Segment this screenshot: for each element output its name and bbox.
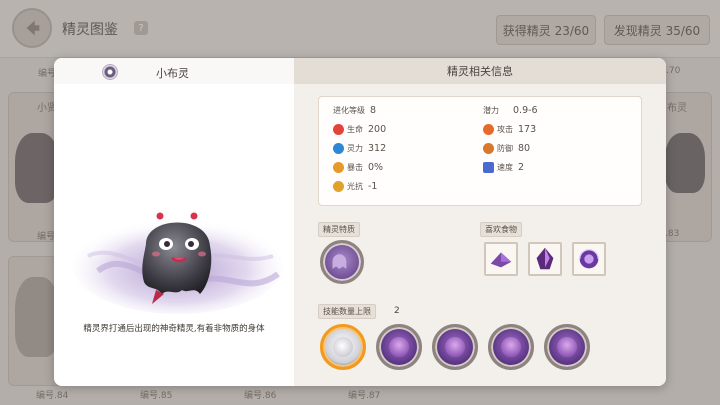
light-resist-icon: [333, 181, 344, 192]
stats-box: 进化等级 8 潜力 0.9-6 生命 200 攻击 173 灵力 312 防御 …: [318, 96, 642, 206]
sprite-type-icon: [102, 64, 118, 80]
stat-value: 2: [518, 162, 525, 173]
spirit-icon: [333, 143, 344, 154]
stat-label: 速度: [497, 163, 513, 172]
skill-icon: [501, 337, 521, 357]
skill-icon: [557, 337, 577, 357]
stat-defense: 防御 80: [483, 143, 530, 154]
attack-icon: [483, 124, 494, 135]
sprite-name: 小布灵: [156, 67, 189, 80]
stat-attack: 攻击 173: [483, 124, 536, 135]
crystal-food-icon: [490, 252, 512, 268]
stat-value: 173: [518, 124, 537, 135]
potential-label: 潜力: [483, 106, 499, 115]
food-label: 喜欢食物: [480, 222, 522, 237]
hp-icon: [333, 124, 344, 135]
info-panel-title: 精灵相关信息: [294, 58, 666, 84]
skill-slot-1[interactable]: [320, 324, 366, 370]
stat-value: 80: [518, 143, 531, 154]
trait-icon[interactable]: [320, 240, 364, 284]
skill-count-value: 2: [394, 306, 400, 316]
sprite-detail-modal: 小布灵 精灵界打通后出现的神奇精灵,有着非物质的身体 精灵相关信息 进化等级 8…: [54, 58, 666, 386]
stat-light-resist: 光抗 -1: [333, 181, 377, 192]
skill-count-label: 技能数量上限: [318, 304, 376, 319]
sprite-name-bar: 小布灵: [54, 58, 294, 84]
skill-slot-3[interactable]: [432, 324, 478, 370]
trait-label: 精灵特质: [318, 222, 360, 237]
potential-value: 0.9-6: [513, 105, 538, 116]
orb-food-icon: [578, 248, 600, 269]
sprite-description: 精灵界打通后出现的神奇精灵,有着非物质的身体: [83, 324, 265, 334]
stat-value: 200: [368, 124, 387, 135]
food-item[interactable]: [484, 242, 518, 276]
stat-value: 312: [368, 143, 387, 154]
skill-icon: [333, 337, 353, 357]
stat-value: 0%: [368, 162, 384, 173]
stat-hp: 生命 200: [333, 124, 386, 135]
crit-icon: [333, 162, 344, 173]
stat-label: 暴击: [347, 163, 363, 172]
skill-slot-5[interactable]: [544, 324, 590, 370]
potential: 潜力 0.9-6: [483, 105, 538, 116]
stat-spirit: 灵力 312: [333, 143, 386, 154]
sprite-info-panel: 精灵相关信息 进化等级 8 潜力 0.9-6 生命 200 攻击 173 灵力 …: [294, 58, 666, 386]
speed-icon: [483, 162, 494, 173]
stat-value: -1: [368, 181, 378, 192]
skill-icon: [445, 337, 465, 357]
skill-slot-2[interactable]: [376, 324, 422, 370]
stat-crit: 暴击 0%: [333, 162, 383, 173]
defense-icon: [483, 143, 494, 154]
stat-speed: 速度 2: [483, 162, 524, 173]
gem-food-icon: [536, 247, 554, 270]
food-item[interactable]: [528, 242, 562, 276]
stat-label: 攻击: [497, 125, 513, 134]
food-item[interactable]: [572, 242, 606, 276]
stat-label: 防御: [497, 144, 513, 153]
ghost-trait-icon: [332, 254, 347, 269]
skill-slot-4[interactable]: [488, 324, 534, 370]
stat-label: 灵力: [347, 144, 363, 153]
evolution-level-value: 8: [370, 105, 377, 116]
skill-icon: [389, 337, 409, 357]
ghost-sprite-image: [73, 212, 283, 314]
sprite-preview-panel: 小布灵 精灵界打通后出现的神奇精灵,有着非物质的身体: [54, 58, 294, 386]
stat-label: 生命: [347, 125, 363, 134]
stat-label: 光抗: [347, 182, 363, 191]
evolution-level-label: 进化等级: [333, 106, 365, 115]
evolution-level: 进化等级 8: [333, 105, 376, 116]
